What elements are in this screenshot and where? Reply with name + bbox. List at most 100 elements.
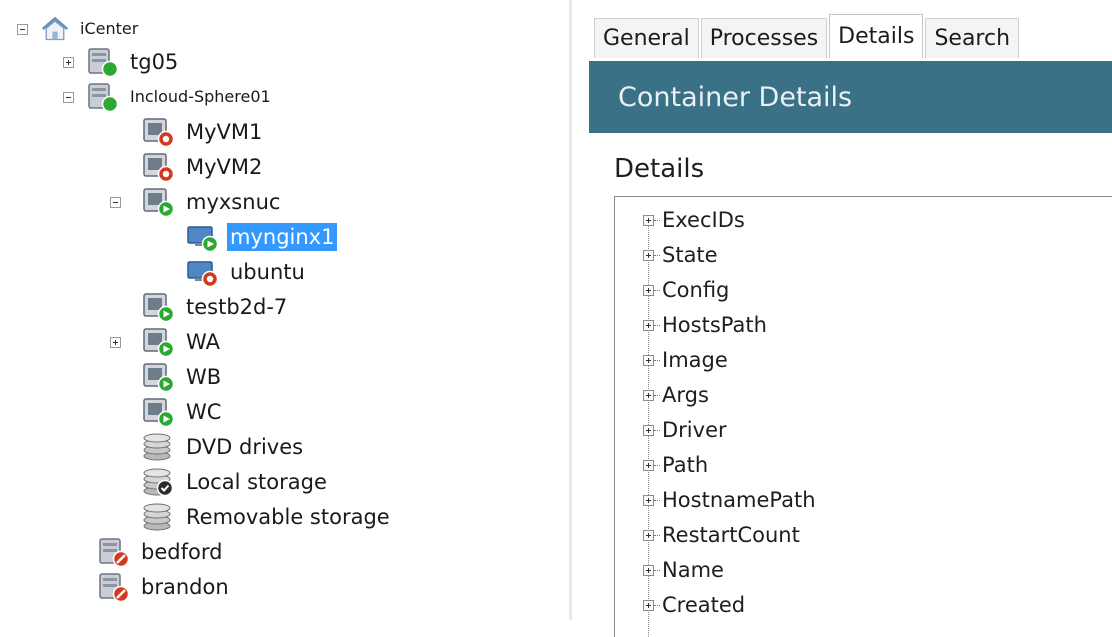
expand-toggle[interactable]: [643, 354, 654, 366]
detail-node-label: ExecIDs: [662, 208, 745, 232]
tree-node-wb[interactable]: WB: [141, 360, 224, 394]
tab-bar: General Processes Details Search: [594, 14, 1021, 58]
tree-node-label: tg05: [130, 50, 179, 74]
tree-node-myvm2[interactable]: MyVM2: [141, 150, 265, 184]
detail-node-label: Driver: [662, 418, 727, 442]
tree-node-label: myxsnuc: [186, 190, 281, 214]
detail-node-label: Config: [662, 278, 730, 302]
details-heading: Details: [614, 154, 705, 184]
detail-node-label: RestartCount: [662, 523, 800, 547]
tree-node-label: WA: [186, 330, 220, 354]
expand-toggle[interactable]: [63, 56, 74, 68]
host-disconnected-icon: [99, 538, 130, 568]
tree-node-bedford[interactable]: bedford: [96, 535, 225, 569]
container-running-icon: [187, 226, 219, 253]
vm-stopped-icon: [143, 153, 175, 183]
tree-node-label: MyVM1: [186, 120, 263, 144]
expand-toggle[interactable]: [643, 529, 654, 541]
local-storage-icon: [143, 468, 174, 497]
expand-toggle[interactable]: [643, 459, 654, 471]
expand-toggle[interactable]: [643, 494, 654, 506]
tree-node-myvm1[interactable]: MyVM1: [141, 115, 265, 149]
tab-general[interactable]: General: [594, 18, 699, 58]
tab-processes[interactable]: Processes: [700, 18, 828, 58]
collapse-toggle[interactable]: [110, 196, 121, 208]
tree-node-dvd-drives[interactable]: DVD drives: [141, 430, 306, 464]
tree-node-label: ubuntu: [230, 260, 305, 284]
tree-node-label: iCenter: [80, 19, 139, 38]
tab-search[interactable]: Search: [925, 18, 1020, 58]
detail-node-label: HostnamePath: [662, 488, 816, 512]
detail-node-config[interactable]: Config: [643, 273, 729, 307]
expand-toggle[interactable]: [643, 214, 654, 226]
vm-stopped-icon: [143, 118, 175, 148]
detail-node-hostnamepath[interactable]: HostnamePath: [643, 483, 816, 517]
host-running-icon: [88, 48, 119, 78]
tree-node-icenter[interactable]: iCenter: [17, 12, 141, 46]
vm-running-icon: [143, 398, 175, 428]
expand-toggle[interactable]: [643, 564, 654, 576]
tree-node-label: mynginx1: [227, 223, 338, 251]
collapse-toggle[interactable]: [17, 23, 28, 35]
expand-toggle[interactable]: [643, 284, 654, 296]
container-stopped-icon: [187, 261, 219, 288]
host-running-icon: [88, 83, 119, 113]
resource-tree[interactable]: iCenter tg05 Incloud-Sphere01 MyVM1 MyVM…: [0, 0, 569, 620]
detail-node-state[interactable]: State: [643, 238, 718, 272]
detail-node-label: Name: [662, 558, 724, 582]
detail-node-label: Image: [662, 348, 728, 372]
detail-node-created[interactable]: Created: [643, 588, 745, 622]
details-tree[interactable]: ExecIDs State Config HostsPath Image Arg…: [614, 196, 1112, 637]
detail-node-name[interactable]: Name: [643, 553, 724, 587]
detail-node-label: Path: [662, 453, 709, 477]
tree-node-brandon[interactable]: brandon: [96, 570, 232, 604]
tree-node-label: Incloud-Sphere01: [130, 87, 271, 106]
tree-node-label: DVD drives: [186, 435, 304, 459]
expand-toggle[interactable]: [643, 249, 654, 261]
tree-node-label: MyVM2: [186, 155, 263, 179]
home-icon: [41, 16, 69, 41]
detail-node-label: Args: [662, 383, 709, 407]
tree-node-testb2d-7[interactable]: testb2d-7: [141, 290, 290, 324]
detail-node-restartcount[interactable]: RestartCount: [643, 518, 800, 552]
collapse-toggle[interactable]: [63, 91, 74, 103]
banner-title: Container Details: [618, 81, 853, 113]
tree-node-wa[interactable]: WA: [110, 325, 223, 359]
tree-node-label: brandon: [141, 575, 229, 599]
vm-running-icon: [143, 188, 175, 218]
detail-node-args[interactable]: Args: [643, 378, 709, 412]
tree-node-myxsnuc[interactable]: myxsnuc: [110, 185, 283, 219]
tree-node-label: WB: [186, 365, 222, 389]
detail-node-execids[interactable]: ExecIDs: [643, 203, 745, 237]
expand-toggle[interactable]: [643, 319, 654, 331]
disk-stack-icon: [143, 503, 171, 531]
tree-node-local-storage[interactable]: Local storage: [141, 465, 330, 499]
detail-node-image[interactable]: Image: [643, 343, 728, 377]
expand-toggle[interactable]: [110, 336, 121, 348]
container-details-banner: Container Details: [589, 61, 1112, 133]
tree-node-ubuntu[interactable]: ubuntu: [185, 255, 308, 289]
detail-node-label: Created: [662, 593, 746, 617]
detail-node-driver[interactable]: Driver: [643, 413, 727, 447]
detail-node-hostspath[interactable]: HostsPath: [643, 308, 767, 342]
tree-node-label: testb2d-7: [186, 295, 288, 319]
tree-node-label: Removable storage: [186, 505, 390, 529]
detail-pane: General Processes Details Search Contain…: [572, 0, 1112, 637]
tree-node-incloud-sphere01[interactable]: Incloud-Sphere01: [63, 80, 274, 114]
tree-node-mynginx1[interactable]: mynginx1: [185, 220, 338, 254]
tree-node-removable-storage[interactable]: Removable storage: [141, 500, 393, 534]
tree-node-wc[interactable]: WC: [141, 395, 224, 429]
expand-toggle[interactable]: [643, 389, 654, 401]
expand-toggle[interactable]: [643, 424, 654, 436]
tree-node-label: Local storage: [186, 470, 327, 494]
tree-node-tg05[interactable]: tg05: [63, 45, 181, 79]
tab-details[interactable]: Details: [829, 14, 924, 58]
disk-stack-icon: [143, 433, 171, 461]
vm-running-icon: [143, 363, 175, 393]
tree-node-label: bedford: [141, 540, 223, 564]
expand-toggle[interactable]: [643, 599, 654, 611]
detail-node-path[interactable]: Path: [643, 448, 708, 482]
detail-node-label: State: [662, 243, 718, 267]
host-disconnected-icon: [99, 573, 130, 603]
tree-node-label: WC: [186, 400, 222, 424]
